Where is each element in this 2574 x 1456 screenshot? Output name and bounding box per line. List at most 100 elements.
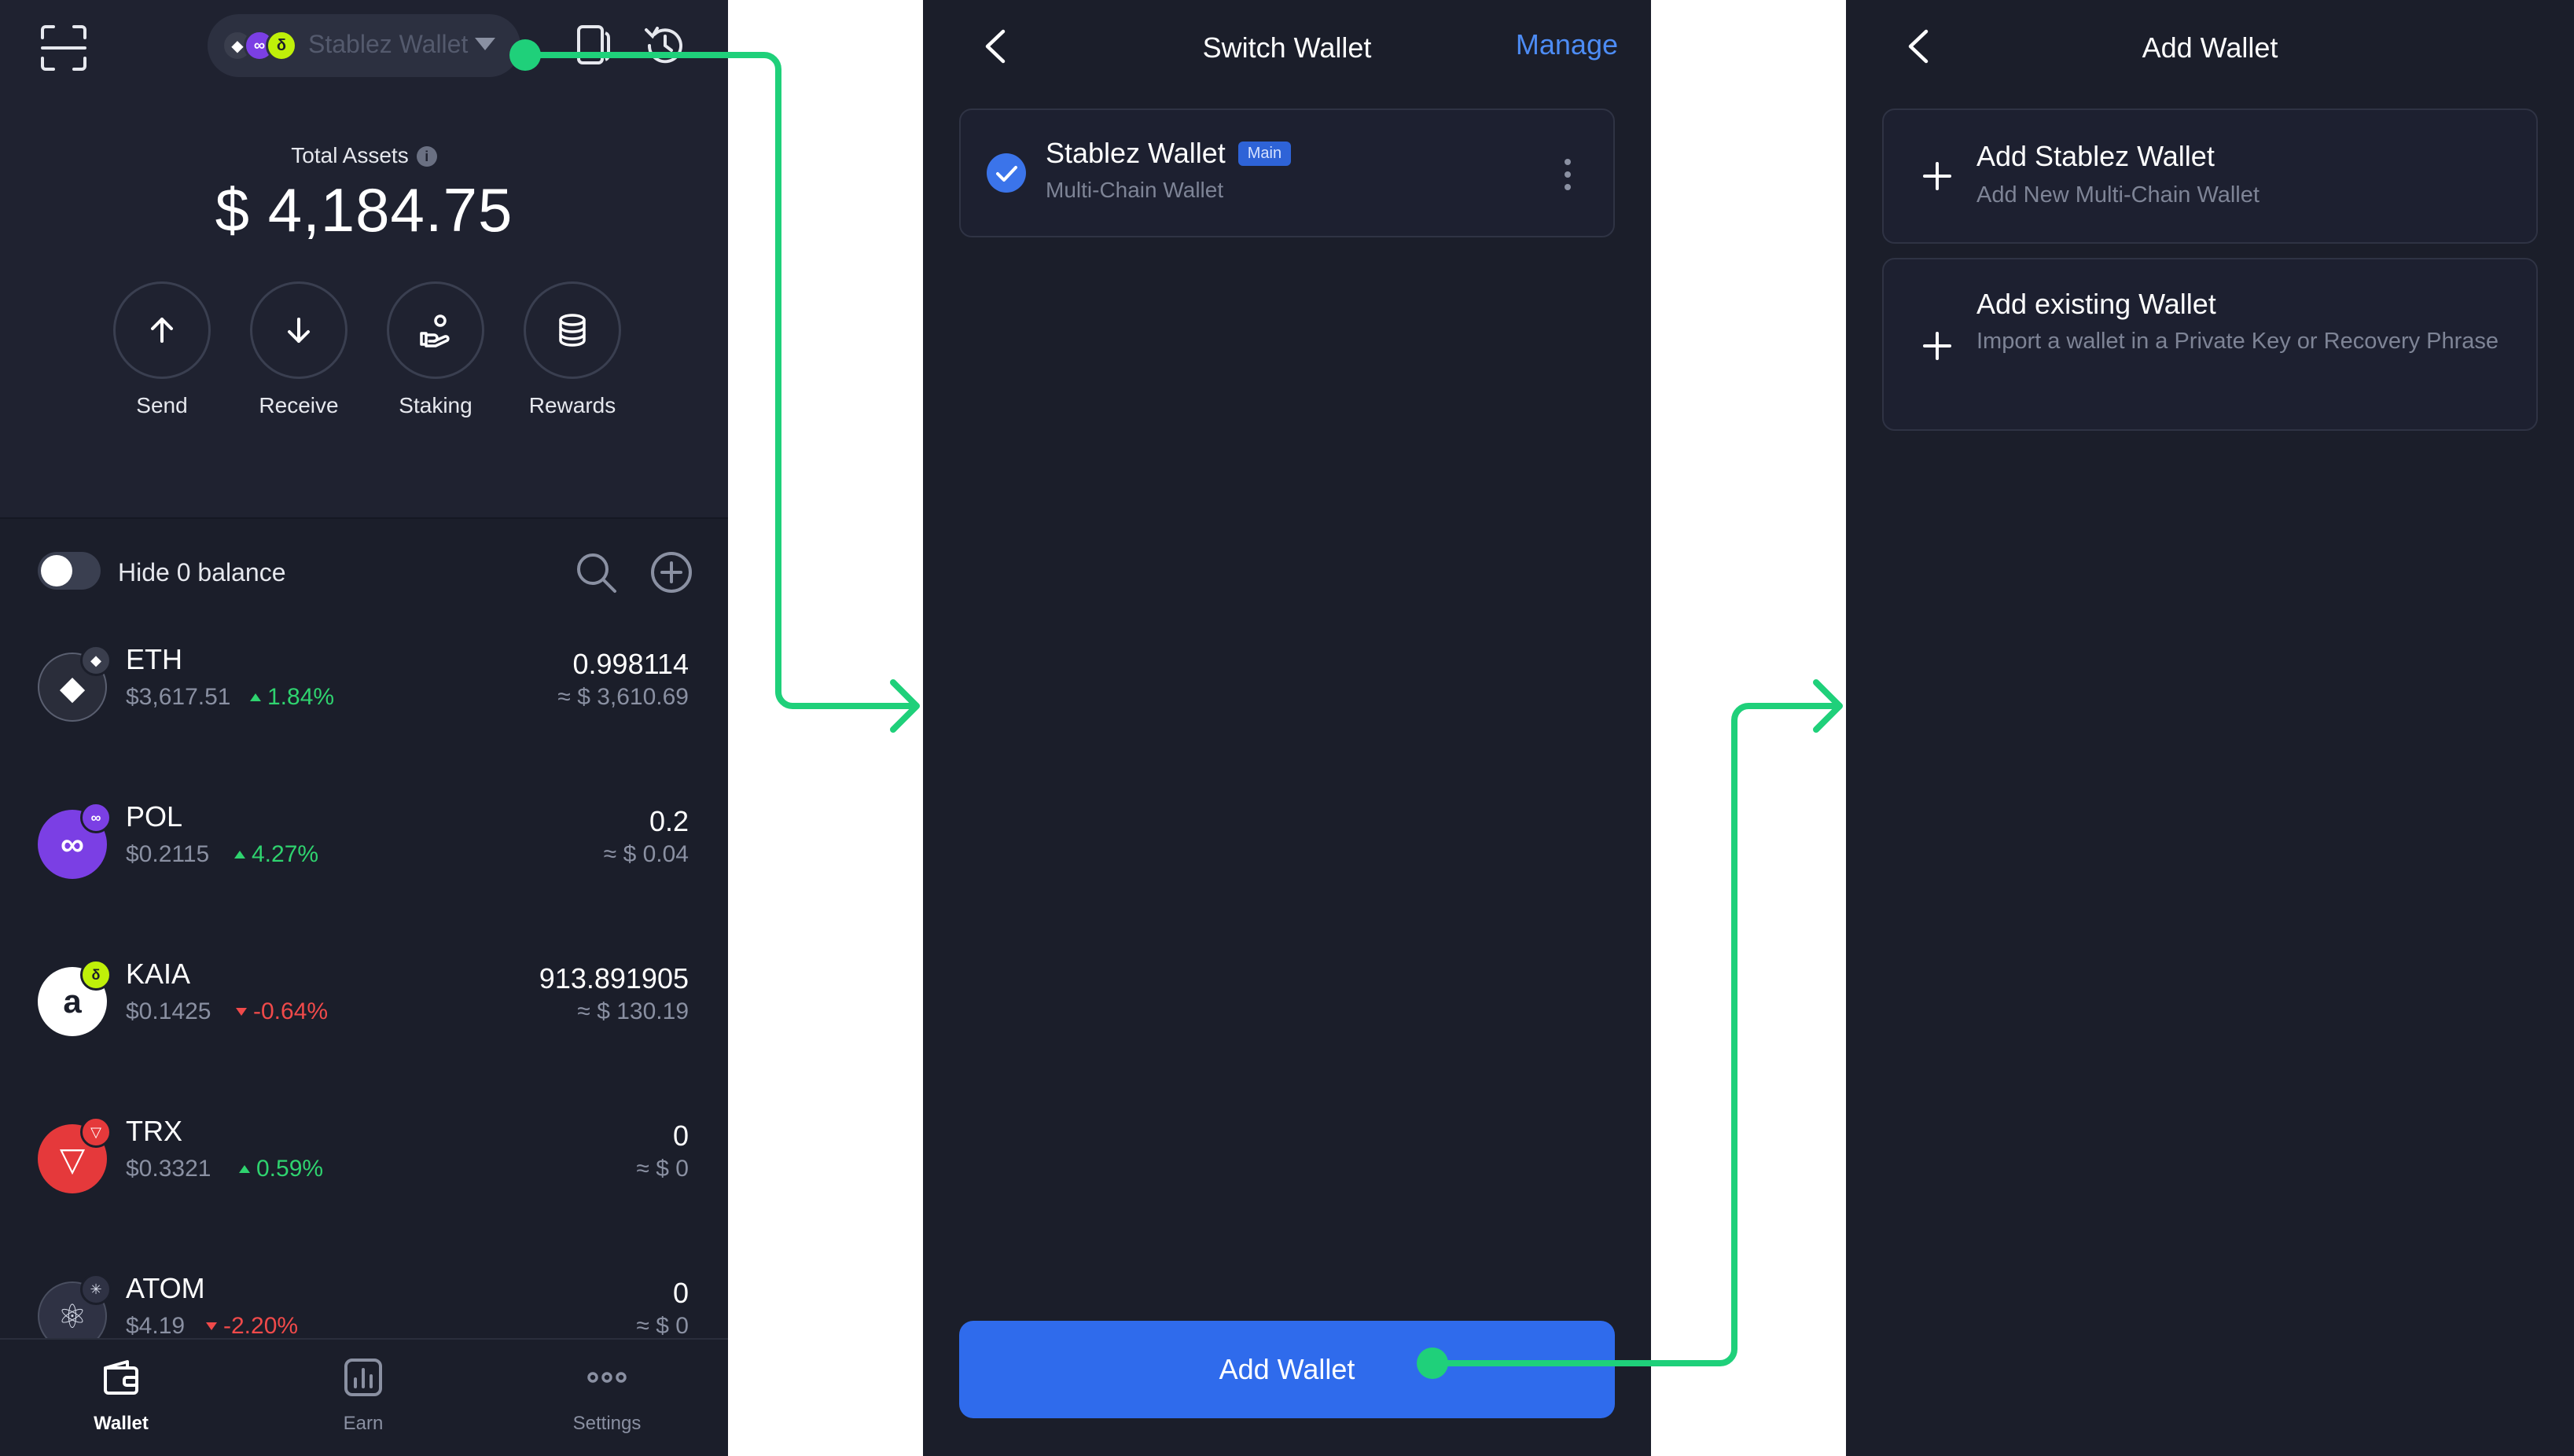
receive-label: Receive (259, 393, 339, 417)
token-price: $3,617.51 (126, 684, 231, 710)
wallet-icon (104, 1360, 138, 1395)
main-badge: Main (1237, 142, 1292, 166)
token-row-eth[interactable]: ◆ ◆ ETH $3,617.51 1.84% 0.998114 ≈ $ 3,6… (0, 629, 728, 747)
search-icon[interactable] (574, 550, 618, 594)
toggle-knob (41, 555, 72, 586)
nav-wallet[interactable]: Wallet (42, 1355, 200, 1435)
token-fiat: ≈ $ 3,610.69 (557, 684, 689, 710)
wallet-card[interactable]: Stablez Wallet Main Multi-Chain Wallet (959, 108, 1615, 237)
option-subtitle: Import a wallet in a Private Key or Reco… (1976, 329, 2499, 354)
token-change-value: -0.64% (253, 998, 329, 1024)
token-symbol: ETH (126, 643, 182, 675)
staking-circle[interactable] (387, 281, 484, 379)
total-assets-label: Total Assets i (0, 143, 728, 168)
token-fiat: ≈ $ 0 (636, 1156, 689, 1182)
pol-network-badge-icon: ∞ (80, 802, 112, 833)
staking-label: Staking (399, 393, 473, 417)
earn-chart-icon (344, 1359, 382, 1396)
token-fiat: ≈ $ 0 (636, 1313, 689, 1339)
token-row-trx[interactable]: ▽ ▽ TRX $0.3321 0.59% 0 ≈ $ 0 (0, 1101, 728, 1219)
down-triangle-icon (236, 1008, 247, 1016)
add-wallet-button[interactable]: Add Wallet (959, 1321, 1615, 1418)
page-title: Add Wallet (2142, 31, 2278, 64)
total-assets-value: $ 4,184.75 (215, 175, 513, 245)
token-price: $0.2115 (126, 841, 210, 867)
bottom-nav: Wallet Earn Settings (0, 1338, 728, 1456)
token-fiat: ≈ $ 0.04 (603, 841, 689, 867)
kaia-chain-icon: δ (266, 30, 297, 61)
token-price: $0.3321 (126, 1156, 211, 1182)
add-new-wallet-option[interactable]: Add Stablez Wallet Add New Multi-Chain W… (1882, 108, 2538, 244)
receive-button[interactable]: Receive (250, 281, 347, 418)
option-subtitle: Add New Multi-Chain Wallet (1976, 182, 2260, 208)
up-triangle-icon (250, 693, 261, 701)
token-change: 4.27% (234, 841, 318, 868)
token-symbol: KAIA (126, 958, 191, 990)
scan-icon[interactable] (39, 24, 88, 72)
token-symbol: POL (126, 800, 183, 833)
receive-circle[interactable] (250, 281, 347, 379)
rewards-button[interactable]: Rewards (524, 281, 621, 418)
send-button[interactable]: Send (113, 281, 211, 418)
rewards-label: Rewards (528, 393, 616, 417)
staking-button[interactable]: Staking (387, 281, 484, 418)
token-amount: 0.998114 (572, 648, 689, 680)
token-change: 0.59% (239, 1156, 323, 1182)
option-title: Add Stablez Wallet (1976, 140, 2215, 172)
home-screen: ◆ ∞ δ Stablez Wallet Total Assets i $ 4,1… (0, 0, 728, 1456)
add-token-icon[interactable] (649, 550, 693, 594)
token-change: 1.84% (250, 684, 334, 711)
arrow-up-icon (151, 318, 173, 343)
add-wallet-screen: Add Wallet Add Stablez Wallet Add New Mu… (1846, 0, 2574, 1456)
wallet-name: Stablez Wallet Main (1046, 137, 1292, 170)
atom-network-badge-icon: ✳ (80, 1274, 112, 1305)
send-label: Send (136, 393, 188, 417)
rewards-circle[interactable] (524, 281, 621, 379)
token-amount: 0.2 (649, 805, 689, 837)
token-row-pol[interactable]: ∞ ∞ POL $0.2115 4.27% 0.2 ≈ $ 0.04 (0, 786, 728, 904)
kaia-network-badge-icon: δ (80, 959, 112, 991)
token-price: $4.19 (126, 1313, 186, 1339)
plus-icon (1923, 332, 1951, 360)
trx-network-badge-icon: ▽ (80, 1116, 112, 1148)
token-change: -0.64% (236, 998, 328, 1025)
token-change-value: -2.20% (223, 1313, 299, 1339)
option-title: Add existing Wallet (1976, 288, 2216, 320)
add-existing-wallet-option[interactable]: Add existing Wallet Import a wallet in a… (1882, 258, 2538, 431)
more-vertical-icon[interactable] (1563, 157, 1572, 192)
section-divider (0, 517, 728, 519)
history-icon[interactable] (642, 22, 689, 69)
plus-icon (1923, 162, 1951, 190)
info-icon[interactable]: i (416, 146, 437, 167)
nav-earn[interactable]: Earn (285, 1355, 442, 1435)
wallet-pill-name: Stablez Wallet (308, 30, 469, 58)
wallet-selector[interactable]: ◆ ∞ δ Stablez Wallet (208, 14, 520, 77)
coin-stack-icon (559, 314, 586, 347)
nav-earn-label: Earn (343, 1413, 384, 1434)
token-change-value: 0.59% (256, 1156, 324, 1182)
nav-settings[interactable]: Settings (528, 1355, 686, 1435)
caret-down-icon (475, 38, 495, 50)
hide-zero-label: Hide 0 balance (118, 558, 286, 586)
device-icon[interactable] (572, 24, 613, 68)
wallet-subtitle: Multi-Chain Wallet (1046, 178, 1224, 202)
token-symbol: TRX (126, 1115, 182, 1147)
token-symbol: ATOM (126, 1272, 205, 1304)
assets-header (0, 0, 728, 517)
total-assets-label-text: Total Assets (291, 143, 409, 167)
token-change-value: 1.84% (267, 684, 335, 710)
token-change: -2.20% (206, 1313, 298, 1340)
hide-zero-toggle[interactable] (38, 552, 101, 590)
send-circle[interactable] (113, 281, 211, 379)
arrow-down-icon (288, 318, 310, 343)
token-amount: 0 (672, 1277, 689, 1309)
token-price: $0.1425 (126, 998, 211, 1024)
switch-wallet-screen: Switch Wallet Manage Stablez Wallet Main … (923, 0, 1651, 1456)
up-triangle-icon (239, 1165, 250, 1173)
token-row-kaia[interactable]: a δ KAIA $0.1425 -0.64% 913.891905 ≈ $ 1… (0, 943, 728, 1061)
down-triangle-icon (206, 1322, 217, 1330)
token-amount: 0 (672, 1120, 689, 1152)
nav-settings-label: Settings (572, 1413, 642, 1434)
manage-link[interactable]: Manage (1516, 28, 1618, 61)
staking-hand-icon (420, 314, 450, 347)
